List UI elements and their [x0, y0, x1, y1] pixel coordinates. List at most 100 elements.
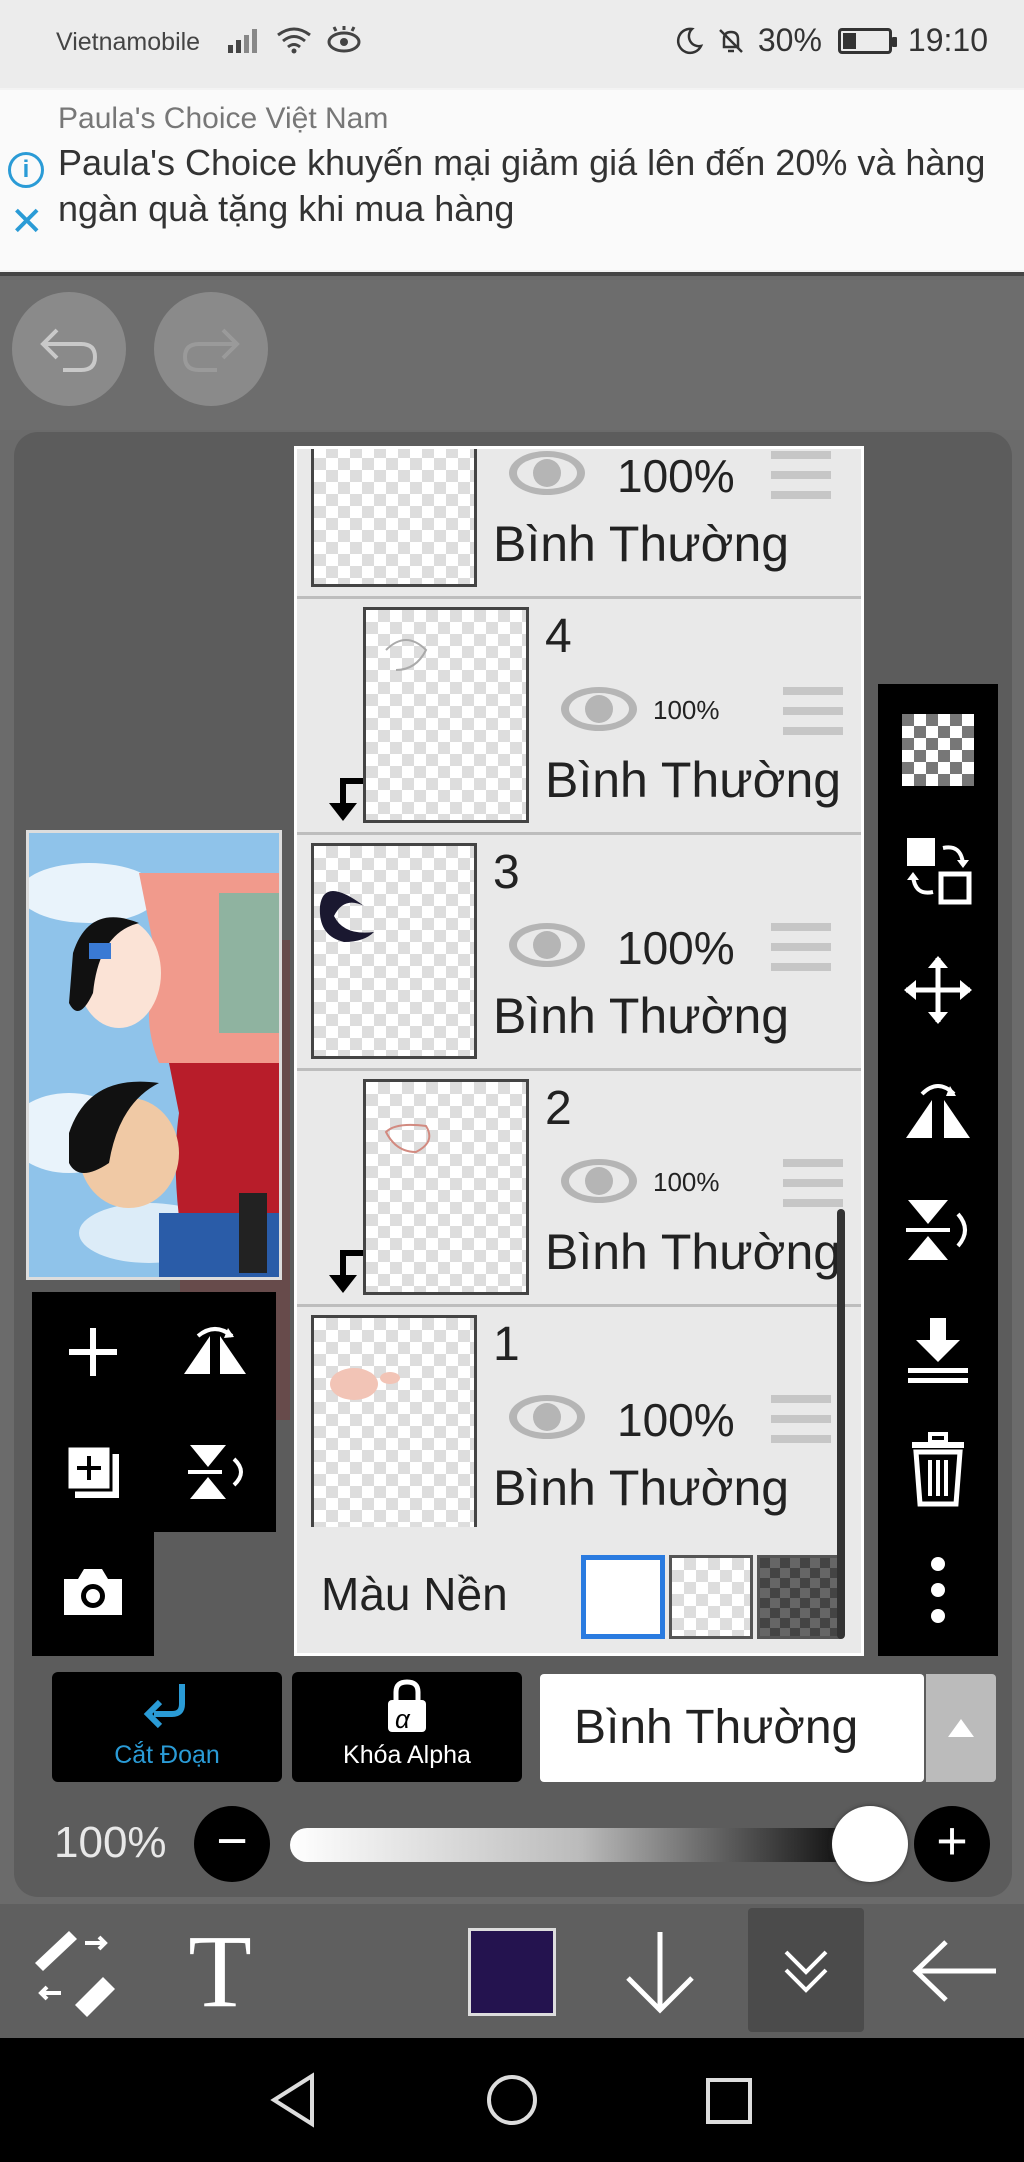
canvas-preview[interactable]: [26, 830, 282, 1280]
status-bar: Vietnamobile 30% 19:10: [0, 0, 1024, 88]
layer-row[interactable]: 100% Bình Thường: [297, 447, 861, 599]
alpha-lock-button[interactable]: α Khóa Alpha: [292, 1672, 522, 1782]
clip-arrow-icon: [329, 1250, 363, 1293]
delete-layer-button[interactable]: [878, 1410, 998, 1530]
mute-bell-icon: [718, 28, 743, 53]
add-folder-button[interactable]: [32, 1412, 154, 1532]
back-icon[interactable]: [268, 2072, 318, 2128]
signal-icon: [228, 29, 257, 53]
merge-down-button[interactable]: [878, 1290, 998, 1410]
brush-eraser-icon: [35, 1931, 115, 2017]
bottom-toolbar: T: [0, 1904, 1024, 2038]
clock: 19:10: [907, 22, 988, 58]
move-button[interactable]: [878, 930, 998, 1050]
layer-blend-mode: Bình Thường: [493, 1460, 790, 1516]
more-button[interactable]: [878, 1530, 998, 1650]
clip-button[interactable]: Cắt Đoạn: [52, 1672, 282, 1782]
camera-icon: [64, 1569, 122, 1615]
checker-icon: [902, 714, 974, 786]
screen: { "status_bar": {"carrier": "Vietnamobil…: [0, 0, 1024, 2162]
flip-layer-button[interactable]: [154, 1292, 276, 1412]
ad-text[interactable]: Paula's Choice khuyến mại giảm giá lên đ…: [58, 140, 1018, 232]
layer-number: 1: [493, 1318, 520, 1371]
layer-blend-mode: Bình Thường: [545, 752, 842, 808]
recents-icon[interactable]: [704, 2076, 754, 2126]
layer-thumbnail: [311, 1315, 477, 1531]
blend-mode-toggle[interactable]: [926, 1674, 996, 1782]
home-icon[interactable]: [484, 2072, 540, 2128]
background-row: Màu Nền: [297, 1527, 861, 1653]
add-folder-icon: [65, 1444, 119, 1498]
undo-button[interactable]: [12, 292, 126, 406]
opacity-plus-button[interactable]: +: [914, 1806, 990, 1882]
camera-button[interactable]: [32, 1532, 154, 1652]
flip-horizontal-button[interactable]: [878, 1050, 998, 1170]
layer-row[interactable]: 2 100% Bình Thường: [297, 1071, 861, 1307]
eye-comfort-icon: [327, 26, 361, 53]
rotate-flip-button[interactable]: [154, 1412, 276, 1532]
drag-handle-icon[interactable]: [771, 923, 831, 971]
layer-scrollbar[interactable]: [837, 1209, 845, 1639]
flip-horizontal-icon: [906, 1084, 970, 1138]
layers-panel-button[interactable]: [748, 1908, 864, 2032]
opacity-minus-button[interactable]: −: [194, 1806, 270, 1882]
arrow-down-button[interactable]: [610, 1904, 710, 2038]
layer-list: 100% Bình Thường 4 100% Bình Thường 3 100% Bình…: [294, 446, 864, 1656]
close-icon[interactable]: ✕: [10, 202, 44, 242]
double-chevron-down-icon: [784, 1950, 828, 1993]
visibility-eye-icon[interactable]: [507, 447, 587, 499]
brush-eraser-toggle[interactable]: [18, 1904, 128, 2038]
bg-transparent-swatch[interactable]: [669, 1555, 753, 1639]
moon-icon: [676, 27, 704, 54]
redo-button[interactable]: [154, 292, 268, 406]
visibility-eye-icon[interactable]: [559, 683, 639, 735]
clip-arrow-icon: [329, 778, 363, 821]
visibility-eye-icon[interactable]: [559, 1155, 639, 1207]
alpha-label: Khóa Alpha: [343, 1741, 471, 1769]
drag-handle-icon[interactable]: [771, 451, 831, 499]
alpha-symbol: α: [395, 1704, 410, 1734]
layer-number: 3: [493, 846, 520, 899]
opacity-value: 100%: [54, 1818, 167, 1867]
layer-thumbnail: [311, 843, 477, 1059]
back-arrow-button[interactable]: [900, 1904, 1010, 2038]
drag-handle-icon[interactable]: [783, 1159, 843, 1207]
swap-layer-icon: [907, 838, 972, 905]
history-bar: [0, 280, 1024, 430]
bg-white-swatch[interactable]: [581, 1555, 665, 1639]
system-nav-bar: [0, 2038, 1024, 2162]
layer-blend-mode: Bình Thường: [493, 988, 790, 1044]
visibility-eye-icon[interactable]: [507, 1391, 587, 1443]
add-layer-button[interactable]: [32, 1292, 154, 1412]
current-color-swatch[interactable]: [468, 1928, 556, 2016]
clip-icon: [143, 1684, 185, 1729]
artwork-image: [29, 833, 279, 1277]
ad-banner[interactable]: i ✕ Paula's Choice Việt Nam Paula's Choi…: [0, 88, 1024, 276]
layer-row[interactable]: 3 100% Bình Thường: [297, 835, 861, 1071]
flip-vertical-icon: [906, 1200, 967, 1260]
move-icon: [904, 956, 972, 1024]
visibility-eye-icon[interactable]: [507, 919, 587, 971]
layer-number: 2: [545, 1082, 572, 1135]
opacity-slider[interactable]: [290, 1828, 870, 1862]
layer-row[interactable]: 4 100% Bình Thường: [297, 599, 861, 835]
clip-label: Cắt Đoạn: [114, 1741, 220, 1769]
right-toolbar: [878, 684, 998, 1656]
layer-blend-mode: Bình Thường: [545, 1224, 842, 1280]
drag-handle-icon[interactable]: [783, 687, 843, 735]
bg-dark-swatch[interactable]: [757, 1555, 841, 1639]
battery-icon: [837, 27, 897, 54]
blend-mode-select[interactable]: Bình Thường: [540, 1674, 924, 1782]
ad-source: Paula's Choice Việt Nam: [58, 102, 389, 135]
drag-handle-icon[interactable]: [771, 1395, 831, 1443]
layer-opacity: 100%: [653, 695, 720, 725]
flip-vertical-button[interactable]: [878, 1170, 998, 1290]
transparent-bg-button[interactable]: [878, 690, 998, 810]
swap-layer-button[interactable]: [878, 810, 998, 930]
text-tool-button[interactable]: T: [170, 1904, 270, 2038]
more-icon: [931, 1557, 945, 1623]
layer-number: 4: [545, 610, 572, 663]
layer-row[interactable]: 1 100% Bình Thường: [297, 1307, 861, 1543]
opacity-slider-knob[interactable]: [832, 1806, 908, 1882]
info-icon[interactable]: i: [8, 152, 44, 188]
